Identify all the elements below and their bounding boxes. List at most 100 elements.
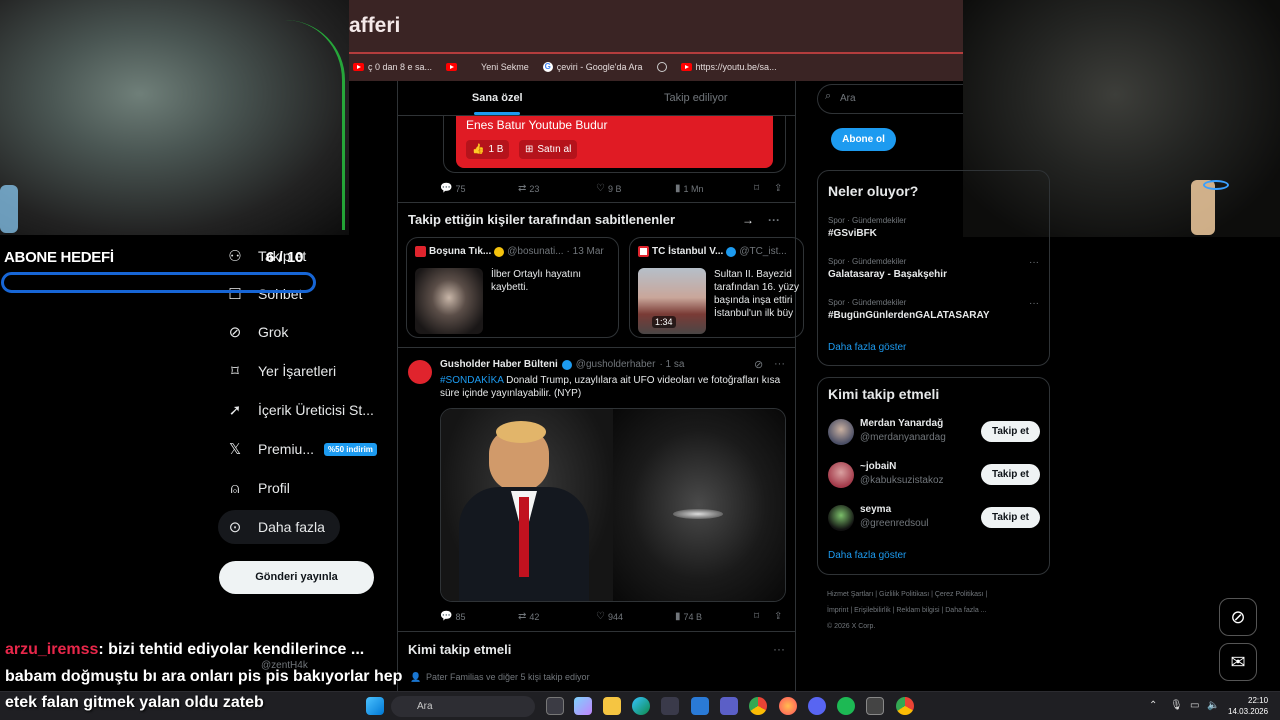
verified-blue-icon	[726, 246, 737, 257]
file-explorer-icon[interactable]	[603, 697, 621, 715]
more-options-icon[interactable]: ···	[1029, 298, 1039, 309]
footer-line[interactable]: İmprint | Erişilebilirlik | Reklam bilgi…	[827, 603, 1047, 619]
subscribe-button[interactable]: Abone ol	[831, 128, 896, 151]
reply-button[interactable]: 💬 85	[440, 612, 465, 623]
share-icon[interactable]: ⇪	[774, 612, 782, 622]
firefox-icon[interactable]	[779, 697, 797, 715]
follow-button[interactable]: Takip et	[981, 421, 1040, 442]
grok-icon: ⊘	[228, 324, 242, 341]
tweet-avatar[interactable]	[408, 360, 432, 384]
chrome-icon[interactable]	[749, 697, 767, 715]
trends-title: Neler oluyor?	[828, 183, 919, 199]
more-options-icon[interactable]: ···	[768, 213, 780, 227]
pinned-image[interactable]	[415, 268, 483, 334]
tweet-text: #SONDAKİKA Donald Trump, uzaylılara ait …	[440, 374, 788, 400]
nav-profile[interactable]: ⍝ Profil	[226, 473, 289, 503]
windows-start-icon[interactable]	[366, 697, 384, 715]
spotify-icon[interactable]	[837, 697, 855, 715]
youtube-icon	[353, 63, 364, 71]
bookmark-icon[interactable]: ⌑	[754, 184, 759, 194]
views-button[interactable]: ▮ 1 Mn	[675, 184, 704, 195]
pinned-handle: @TC_ist...	[739, 246, 787, 257]
trend-2[interactable]: #BugünGünlerdenGALATASARAY	[828, 310, 989, 321]
store-icon[interactable]	[661, 697, 679, 715]
edge-icon[interactable]	[632, 697, 650, 715]
pinned-card-0[interactable]: Boşuna Tık... @bosunati... · 13 Mar İlbe…	[406, 237, 619, 338]
suggestion-name[interactable]: ~jobaiN	[860, 461, 896, 472]
follow-button[interactable]: Takip et	[981, 507, 1040, 528]
bookmark-1[interactable]	[446, 63, 458, 71]
more-options-icon[interactable]: ···	[774, 358, 785, 370]
bookmark-icon[interactable]: ⌑	[754, 612, 759, 622]
add-person-icon: ⚇	[228, 248, 242, 265]
taskbar-search[interactable]: Ara	[391, 696, 535, 717]
bookmark-4[interactable]	[656, 62, 667, 72]
avatar[interactable]	[828, 462, 854, 488]
avatar[interactable]	[828, 505, 854, 531]
volume-icon[interactable]: 🔈	[1207, 700, 1219, 711]
discord-icon[interactable]	[808, 697, 826, 715]
nav-label: Yer İşaretleri	[258, 363, 337, 379]
views-button[interactable]: ▮ 74 B	[675, 612, 702, 623]
nav-creator-studio[interactable]: ➚ İçerik Üreticisi St...	[226, 395, 374, 425]
suggestion-name[interactable]: Merdan Yanardağ	[860, 418, 943, 429]
pinned-video-thumb[interactable]: 1:34	[638, 268, 706, 334]
nav-bookmarks[interactable]: ⌑ Yer İşaretleri	[226, 356, 336, 386]
bookmark-label: ç 0 dan 8 e sa...	[368, 62, 433, 72]
task-view-icon[interactable]	[546, 697, 564, 715]
grok-fab-icon[interactable]: ⊘	[1219, 598, 1257, 636]
google-icon: G	[542, 62, 553, 72]
chrome-profile-icon[interactable]	[896, 697, 914, 715]
tab-for-you[interactable]: Sana özel	[398, 81, 597, 115]
more-options-icon[interactable]: ···	[773, 642, 785, 656]
network-icon[interactable]: ▭	[1190, 700, 1199, 711]
trend-1[interactable]: Galatasaray - Başakşehir	[828, 269, 947, 280]
clock-date: 14.03.2026	[1228, 707, 1269, 716]
clock[interactable]: 22:10 14.03.2026	[1228, 695, 1268, 717]
promo-like-button[interactable]: 👍 1 B	[466, 140, 510, 159]
pinned-card-1[interactable]: TC İstanbul V... @TC_ist... 1:34 Sultan …	[629, 237, 804, 338]
share-icon[interactable]: ⇪	[774, 184, 782, 194]
clock-time: 22:10	[1248, 696, 1269, 705]
repost-button[interactable]: ⇄ 42	[518, 612, 539, 623]
subscriber-goal-label: ABONE HEDEFİ	[4, 249, 114, 266]
bookmark-label: Yeni Sekme	[481, 62, 529, 72]
bookmark-3[interactable]: Gçeviri - Google'da Ara	[542, 62, 643, 72]
bookmark-5[interactable]: https://youtu.be/sa...	[680, 62, 777, 72]
footer-line[interactable]: Hizmet Şartları | Gizlilik Politikası | …	[827, 587, 1047, 603]
show-more-suggestions[interactable]: Daha fazla göster	[828, 550, 906, 561]
post-button[interactable]: Gönderi yayınla	[219, 561, 374, 594]
grok-icon[interactable]: ⊘	[754, 358, 763, 371]
avatar[interactable]	[828, 419, 854, 445]
promo-card[interactable]: Enes Batur Youtube Budur 👍 1 B ⊞ Satın al	[456, 116, 773, 168]
arrow-right-icon[interactable]: →	[742, 213, 754, 227]
tweet-media[interactable]	[440, 408, 786, 602]
bookmark-2[interactable]: Yeni Sekme	[481, 62, 529, 72]
mail-icon[interactable]	[691, 697, 709, 715]
more-options-icon[interactable]: ···	[1029, 257, 1039, 268]
tab-following[interactable]: Takip ediliyor	[597, 81, 796, 115]
copilot-icon[interactable]	[574, 697, 592, 715]
promo-buy-button[interactable]: ⊞ Satın al	[519, 140, 578, 159]
follow-button[interactable]: Takip et	[981, 464, 1040, 485]
reply-button[interactable]: 💬 75	[440, 184, 465, 195]
suggestion-name[interactable]: seyma	[860, 504, 891, 515]
obs-icon[interactable]	[866, 697, 884, 715]
nav-more[interactable]: ⊙ Daha fazla	[226, 512, 325, 542]
like-button[interactable]: ♡ 944	[596, 612, 623, 623]
chevron-up-icon[interactable]: ⌃	[1149, 700, 1157, 711]
repost-button[interactable]: ⇄ 23	[518, 184, 539, 195]
tweet-author[interactable]: Gusholder Haber Bülteni	[440, 359, 558, 370]
microphone-icon[interactable]: 🎙	[1170, 700, 1183, 711]
nav-premium[interactable]: 𝕏 Premiu... %50 indirim	[226, 434, 377, 464]
bookmark-0[interactable]: ç 0 dan 8 e sa...	[353, 62, 432, 72]
show-more-trends[interactable]: Daha fazla göster	[828, 342, 906, 353]
tweet-hashtag[interactable]: #SONDAKİKA	[440, 375, 503, 386]
search-input[interactable]: Ara	[817, 84, 963, 114]
messages-fab-icon[interactable]: ✉	[1219, 643, 1257, 681]
divider	[398, 631, 795, 632]
trend-0[interactable]: #GSviBFK	[828, 228, 877, 239]
teams-icon[interactable]	[720, 697, 738, 715]
nav-grok[interactable]: ⊘ Grok	[226, 317, 289, 347]
like-button[interactable]: ♡ 9 B	[596, 184, 621, 195]
